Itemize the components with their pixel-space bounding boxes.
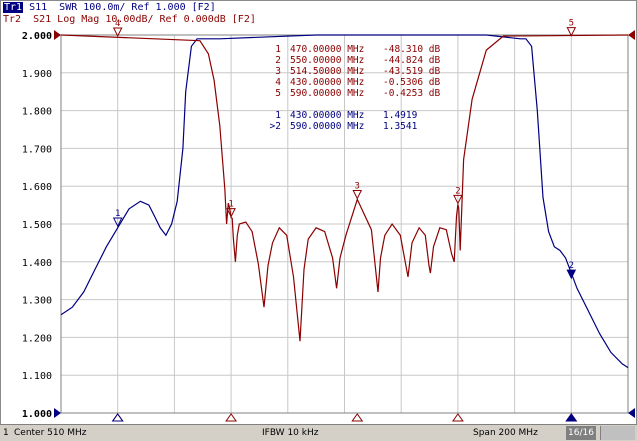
y-tick-label: 1.000 (22, 409, 52, 420)
marker-table-num: 1 (275, 110, 281, 121)
marker-spot-tr2-1 (225, 413, 238, 422)
marker-spot-tr1-2 (565, 413, 578, 422)
ifbw-setting[interactable]: IFBW 10 kHz (262, 425, 318, 441)
sweep-count: 16/16 (566, 426, 596, 440)
marker-table-freq: 590.00000 MHz (290, 88, 364, 99)
marker-table-freq: 590.00000 MHz (290, 121, 364, 132)
marker-table-value: -44.824 dB (383, 55, 440, 66)
analyzer-screen: Tr1 S11 SWR 100.0m/ Ref 1.000 [F2] Tr2 S… (0, 0, 637, 440)
marker-label: 3 (355, 182, 360, 192)
marker-table-value: 1.4919 (383, 110, 418, 121)
marker-table-freq: 430.00000 MHz (290, 77, 364, 88)
marker-table-freq: 430.00000 MHz (290, 110, 364, 121)
tr1-ref-arrow-right (628, 408, 635, 418)
y-tick-label: 1.300 (22, 296, 52, 307)
marker-table-num: 3 (275, 66, 281, 77)
marker-label: 2 (569, 261, 574, 271)
y-tick-label: 1.100 (22, 371, 52, 382)
channel-number: 1 (3, 428, 9, 438)
hold-indicator[interactable] (600, 426, 635, 440)
plot-area[interactable]: 1.000 1.100 1.200 1.300 1.400 1.500 1.600 1.700… (1, 1, 637, 425)
marker-spot-tr2-3 (351, 413, 364, 422)
tr1-ref-arrow-left (54, 408, 61, 418)
marker-table-freq: 514.50000 MHz (290, 66, 364, 77)
marker-label: 1 (228, 200, 233, 210)
status-bar: 1 Center 510 MHz IFBW 10 kHz Span 200 MH… (0, 424, 637, 441)
marker-tr2-3 (352, 190, 363, 200)
tr2-ref-arrow-left (54, 30, 61, 40)
span-setting[interactable]: Span 200 MHz (473, 425, 538, 441)
marker-table-value: -43.519 dB (383, 66, 440, 77)
marker-table-num: 2 (275, 55, 281, 66)
marker-label: 4 (115, 19, 120, 29)
marker-table-value: 1.3541 (383, 121, 418, 132)
y-tick-label: 1.800 (22, 107, 52, 118)
y-tick-label: 1.700 (22, 144, 52, 155)
marker-table-num: 5 (275, 88, 281, 99)
marker-table-num: >2 (270, 121, 281, 132)
marker-table-num: 1 (275, 44, 281, 55)
marker-spot-tr1-1 (111, 413, 124, 422)
marker-table-freq: 550.00000 MHz (290, 55, 364, 66)
marker-tr2-5 (566, 27, 577, 37)
center-frequency[interactable]: Center 510 MHz (14, 425, 86, 441)
marker-table-num: 4 (275, 77, 281, 88)
y-tick-label: 1.200 (22, 333, 52, 344)
marker-table-value: -48.310 dB (383, 44, 440, 55)
y-tick-label: 2.000 (22, 31, 52, 42)
marker-table-freq: 470.00000 MHz (290, 44, 364, 55)
marker-table-value: -0.4253 dB (383, 88, 440, 99)
marker-label: 1 (115, 209, 120, 219)
y-tick-label: 1.500 (22, 220, 52, 231)
marker-label: 5 (569, 19, 574, 29)
marker-table-value: -0.5306 dB (383, 77, 440, 88)
marker-spot-tr2-4 (111, 413, 124, 422)
y-tick-label: 1.400 (22, 258, 52, 269)
y-tick-label: 1.900 (22, 69, 52, 80)
marker-spot-tr2-2 (451, 413, 464, 422)
y-tick-label: 1.600 (22, 182, 52, 193)
marker-tr1-2 (566, 269, 577, 280)
marker-label: 2 (455, 186, 460, 196)
tr2-ref-arrow-right (628, 30, 635, 40)
